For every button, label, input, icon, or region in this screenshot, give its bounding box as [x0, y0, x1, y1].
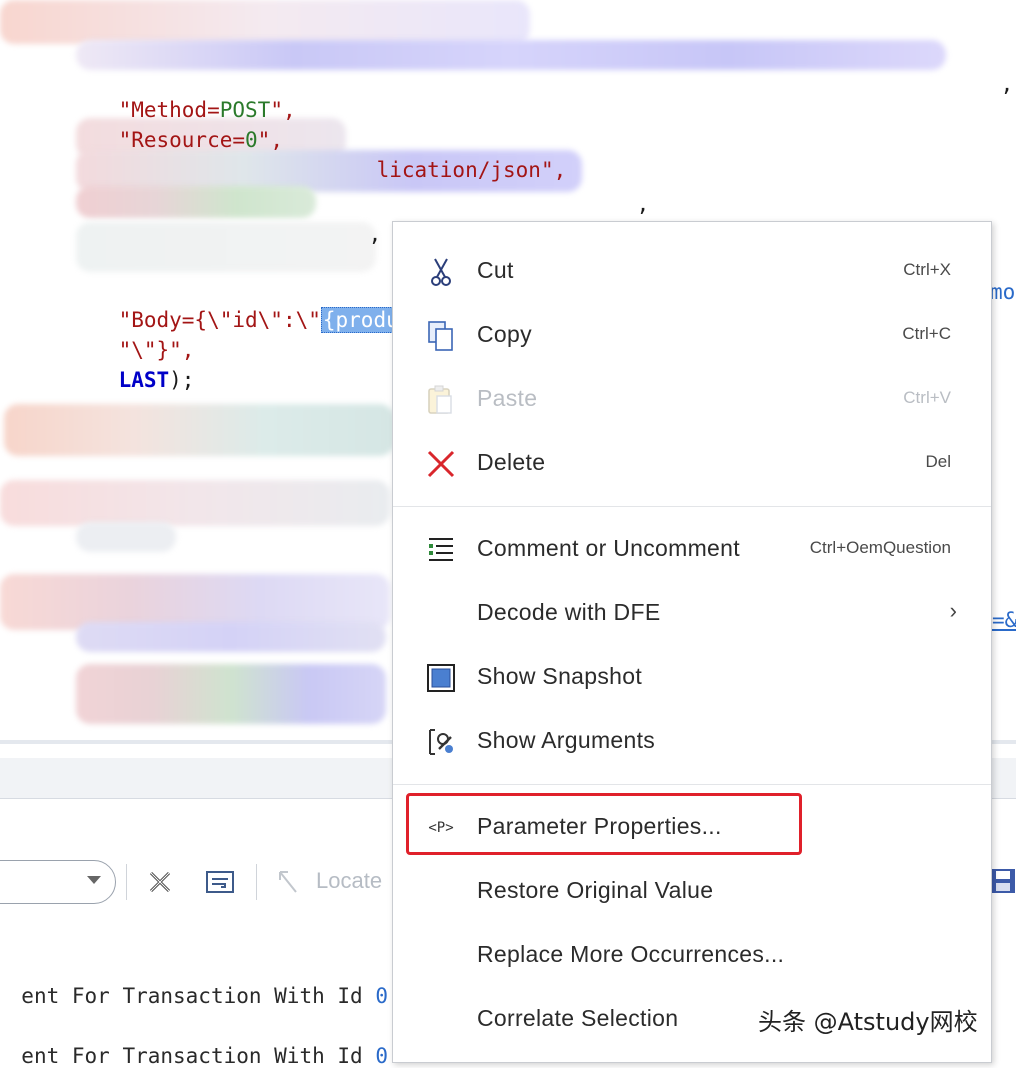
copy-icon: [423, 318, 459, 354]
wrap-button[interactable]: [204, 866, 236, 898]
redacted-region: [76, 522, 176, 552]
code-line-comma: ,: [950, 42, 1014, 126]
output-text: ent For Transaction With Id: [21, 984, 376, 1008]
code-string: ",: [257, 128, 283, 152]
scissors-icon: [423, 254, 459, 290]
code-string: lication/json",: [376, 158, 567, 182]
menu-item-shortcut: Del: [925, 452, 951, 471]
menu-item-label: Correlate Selection: [477, 1005, 679, 1031]
menu-item-label: Replace More Occurrences...: [477, 941, 785, 967]
clear-button[interactable]: [144, 866, 176, 898]
snapshot-icon: [423, 660, 459, 696]
output-line: ent For Transaction With Id 0: [0, 960, 388, 1008]
menu-item-decode-dfe[interactable]: Decode with DFE ›: [393, 582, 991, 646]
toolbar-divider: [126, 864, 127, 900]
menu-item-label: Copy: [477, 321, 532, 347]
comment-icon: [423, 532, 459, 568]
menu-item-label: Restore Original Value: [477, 877, 714, 903]
redacted-region: [76, 664, 386, 724]
output-line: ent For Transaction With Id 0: [0, 1020, 388, 1068]
locate-icon: [279, 871, 297, 893]
highlight-annotation-box: [406, 793, 802, 855]
menu-item-shortcut: Ctrl+C: [902, 324, 951, 343]
arguments-icon: [423, 724, 459, 760]
menu-item-delete[interactable]: Delete Del: [393, 432, 991, 496]
redacted-region: [76, 186, 316, 218]
code-keyword: LAST: [118, 368, 170, 392]
menu-item-label: Comment or Uncomment: [477, 535, 740, 561]
menu-item-label: Show Arguments: [477, 727, 656, 753]
context-menu: Cut Ctrl+X Copy Ctrl+C Paste Ctrl+V Dele…: [392, 221, 992, 1063]
locate-button[interactable]: [272, 866, 304, 898]
redacted-region: [0, 0, 530, 44]
code-string: "Resource=: [118, 128, 246, 152]
menu-item-show-arguments[interactable]: Show Arguments: [393, 710, 991, 774]
clear-x-icon: [149, 871, 171, 893]
code-punct: ,: [636, 192, 650, 216]
menu-item-shortcut: Ctrl+X: [903, 260, 951, 279]
menu-item-label: Paste: [477, 385, 538, 411]
menu-item-replace-more[interactable]: Replace More Occurrences...: [393, 924, 991, 988]
chevron-right-icon: ›: [949, 598, 957, 623]
code-line-last: LAST);: [68, 338, 195, 422]
output-id: 0: [375, 1044, 388, 1068]
wrap-icon: [206, 871, 234, 893]
code-punct: );: [169, 368, 195, 392]
menu-item-label: Decode with DFE: [477, 599, 661, 625]
redacted-region: [76, 40, 946, 70]
locate-label: Locate: [316, 868, 383, 893]
menu-item-label: Show Snapshot: [477, 663, 643, 689]
code-edge-text: mo: [990, 280, 1016, 304]
watermark: 头条 @Atstudy网校: [758, 1008, 978, 1036]
chevron-down-icon: [87, 876, 101, 884]
menu-item-label: Delete: [477, 449, 546, 475]
redacted-region: [76, 622, 386, 652]
menu-separator: [393, 506, 991, 507]
filter-dropdown[interactable]: [0, 860, 116, 904]
code-punct: ,: [368, 222, 382, 246]
menu-item-shortcut: Ctrl+OemQuestion: [809, 538, 951, 557]
delete-x-icon: [423, 446, 459, 482]
code-value: 0: [245, 128, 258, 152]
menu-item-shortcut: Ctrl+V: [903, 388, 951, 407]
redacted-region: [0, 480, 390, 526]
output-id: 0: [375, 984, 388, 1008]
code-punct: ,: [1000, 72, 1014, 96]
redacted-region: [4, 404, 394, 456]
menu-item-label: Cut: [477, 257, 514, 283]
save-icon[interactable]: [990, 868, 1016, 894]
menu-item-paste[interactable]: Paste Ctrl+V: [393, 368, 991, 432]
menu-item-copy[interactable]: Copy Ctrl+C: [393, 304, 991, 368]
menu-item-cut[interactable]: Cut Ctrl+X: [393, 240, 991, 304]
output-text: ent For Transaction With Id: [21, 1044, 376, 1068]
menu-item-show-snapshot[interactable]: Show Snapshot: [393, 646, 991, 710]
menu-item-restore-original[interactable]: Restore Original Value: [393, 860, 991, 924]
menu-separator: [393, 784, 991, 785]
paste-icon: [423, 382, 459, 418]
toolbar-divider: [256, 864, 257, 900]
code-edge-text: =&: [992, 608, 1016, 632]
code-line-resource: "Resource=0",: [68, 98, 283, 182]
menu-item-comment[interactable]: Comment or Uncomment Ctrl+OemQuestion: [393, 518, 991, 582]
